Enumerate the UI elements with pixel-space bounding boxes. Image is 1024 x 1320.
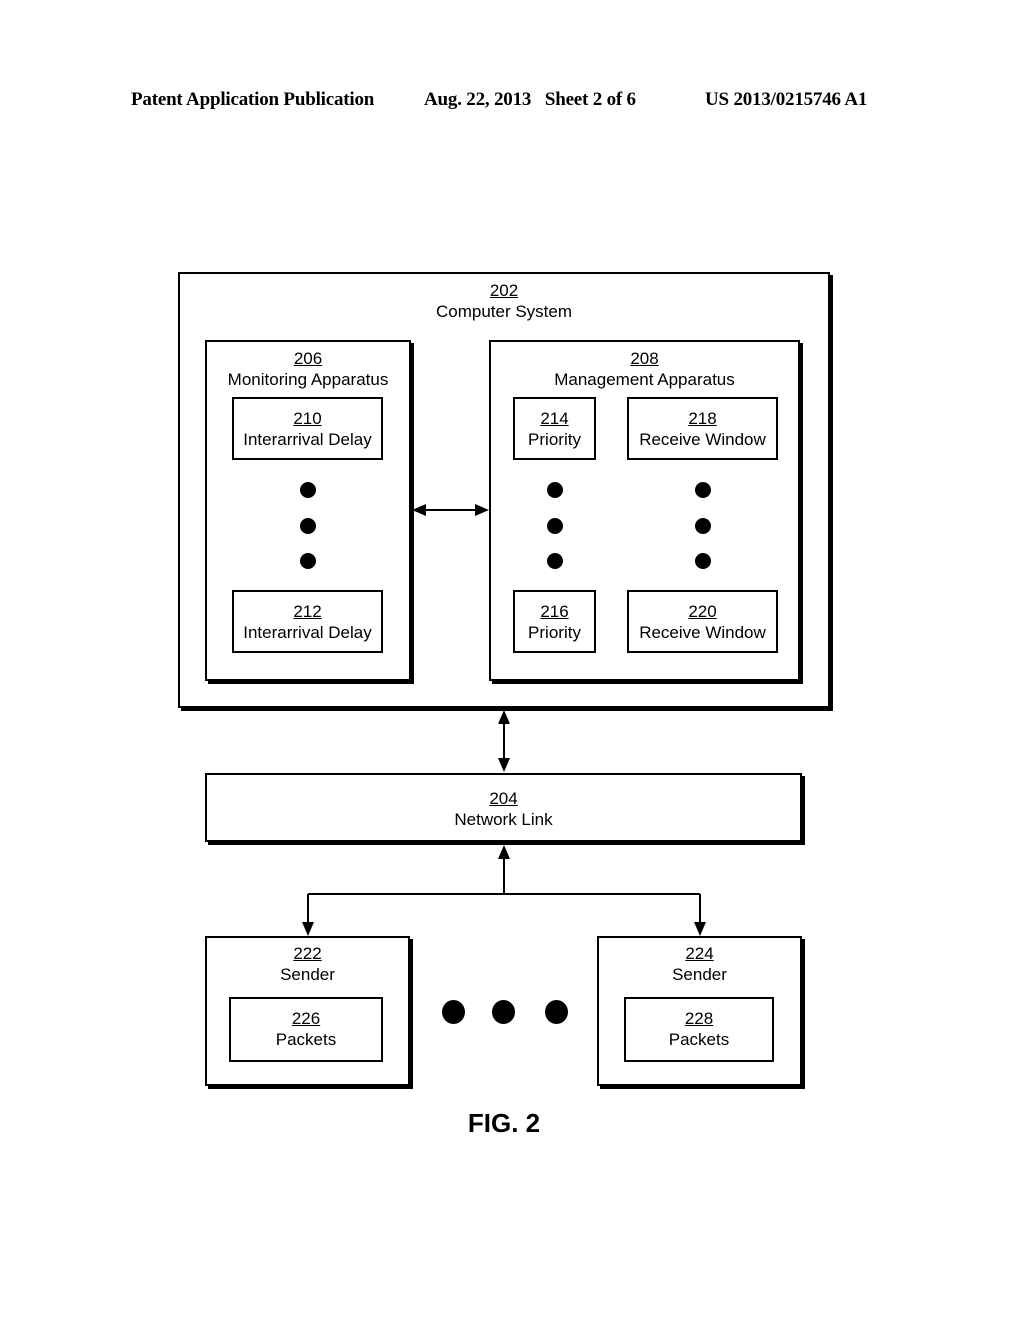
ellipsis-dot: [492, 1000, 515, 1024]
arrow-head: [498, 758, 510, 772]
ellipsis-dot: [695, 553, 711, 569]
sender-label: Sender: [672, 965, 727, 984]
ellipsis-dot: [695, 518, 711, 534]
priority-number: 216: [540, 602, 569, 621]
arrow-head: [498, 845, 510, 859]
management-apparatus-number: 208: [630, 349, 659, 368]
interarrival-delay-number: 210: [293, 409, 322, 428]
receive-window-label: Receive Window: [639, 623, 766, 642]
publication-title: Patent Application Publication: [131, 89, 375, 110]
ellipsis-dot: [547, 553, 563, 569]
network-link-box: 204 Network Link: [205, 773, 802, 842]
ellipsis-dot: [300, 553, 316, 569]
arrow-head: [498, 710, 510, 724]
ellipsis-dot: [300, 482, 316, 498]
arrow-head: [302, 922, 314, 936]
arrow-head: [694, 922, 706, 936]
priority-label: Priority: [528, 430, 581, 449]
receive-window-number: 218: [688, 409, 717, 428]
receive-window-number: 220: [688, 602, 717, 621]
packets-number: 226: [291, 1009, 321, 1028]
network-link-number: 204: [489, 789, 518, 808]
interarrival-delay-label: Interarrival Delay: [243, 430, 372, 449]
priority-box-216: 216 Priority: [513, 590, 596, 653]
ellipsis-dot: [547, 518, 563, 534]
packets-label: Packets: [275, 1030, 337, 1049]
figure-caption: FIG. 2: [467, 1108, 541, 1138]
ellipsis-dot: [547, 482, 563, 498]
interarrival-delay-label: Interarrival Delay: [243, 623, 372, 642]
interarrival-delay-box-212: 212 Interarrival Delay: [232, 590, 383, 653]
receive-window-box-220: 220 Receive Window: [627, 590, 778, 653]
patent-number: US 2013/0215746 A1: [705, 89, 868, 110]
priority-label: Priority: [528, 623, 581, 642]
ellipsis-dot: [695, 482, 711, 498]
ellipsis-dot: [545, 1000, 568, 1024]
packets-label: Packets: [668, 1030, 730, 1049]
management-apparatus-label: Management Apparatus: [554, 370, 735, 389]
receive-window-label: Receive Window: [639, 430, 766, 449]
monitoring-apparatus-number: 206: [293, 349, 323, 368]
computer-system-number: 202: [489, 281, 519, 300]
packets-number: 228: [684, 1009, 714, 1028]
packets-box-226: 226 Packets: [229, 997, 383, 1062]
priority-number: 214: [540, 409, 569, 428]
receive-window-box-218: 218 Receive Window: [627, 397, 778, 460]
packets-box-228: 228 Packets: [624, 997, 774, 1062]
sender-label: Sender: [280, 965, 335, 984]
sender-number: 224: [685, 944, 714, 963]
ellipsis-dot: [442, 1000, 465, 1024]
interarrival-delay-box-210: 210 Interarrival Delay: [232, 397, 383, 460]
monitoring-apparatus-label: Monitoring Apparatus: [227, 370, 389, 389]
computer-system-label: Computer System: [435, 302, 573, 321]
network-link-label: Network Link: [454, 810, 553, 829]
date-sheet: Aug. 22, 2013 Sheet 2 of 6: [424, 89, 636, 110]
sender-number: 222: [293, 944, 322, 963]
priority-box-214: 214 Priority: [513, 397, 596, 460]
interarrival-delay-number: 212: [293, 602, 322, 621]
ellipsis-dot: [300, 518, 316, 534]
